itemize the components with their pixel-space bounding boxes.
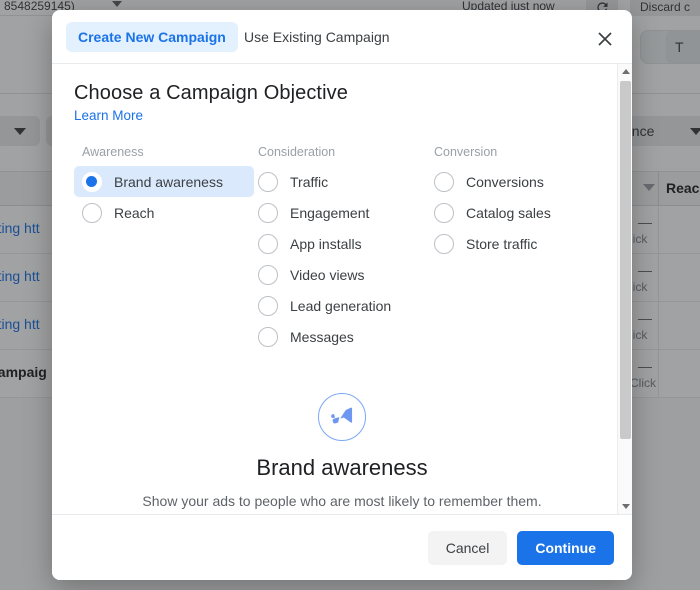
objective-option-brand-awareness[interactable]: Brand awareness [74, 166, 254, 197]
objective-option-reach[interactable]: Reach [74, 197, 254, 228]
objective-option-label: Store traffic [466, 235, 538, 252]
objective-columns: Awareness Brand awareness Reach Consider… [74, 145, 610, 375]
scroll-up-button[interactable] [618, 64, 632, 79]
dialog-footer: Cancel Continue [52, 514, 632, 580]
scroll-down-button[interactable] [618, 499, 632, 514]
column-heading: Conversion [434, 145, 498, 159]
objective-option-label: Conversions [466, 173, 544, 190]
objective-option-conversions[interactable]: Conversions [426, 166, 606, 197]
objective-option-label: App installs [290, 235, 362, 252]
objective-option-label: Messages [290, 328, 354, 345]
learn-more-link[interactable]: Learn More [74, 108, 143, 123]
objective-option-lead-generation[interactable]: Lead generation [250, 290, 430, 321]
tab-use-existing-campaign[interactable]: Use Existing Campaign [232, 22, 402, 52]
objective-option-label: Engagement [290, 204, 370, 221]
radio-button[interactable] [258, 326, 278, 347]
objective-column-awareness: Awareness Brand awareness Reach [74, 145, 254, 228]
objective-option-app-installs[interactable]: App installs [250, 228, 430, 259]
scroll-up-arrow-icon [621, 69, 630, 74]
radio-button[interactable] [434, 202, 454, 223]
radio-button[interactable] [82, 202, 102, 223]
dialog-scrollbar[interactable] [617, 64, 632, 514]
objective-option-label: Video views [290, 266, 365, 283]
radio-button[interactable] [258, 264, 278, 285]
continue-button[interactable]: Continue [517, 530, 614, 565]
tab-create-new-campaign[interactable]: Create New Campaign [66, 22, 238, 52]
preview-title: Brand awareness [256, 455, 428, 480]
objective-option-video-views[interactable]: Video views [250, 259, 430, 290]
objective-option-store-traffic[interactable]: Store traffic [426, 228, 606, 259]
megaphone-icon [331, 407, 353, 424]
preview-description: Show your ads to people who are most lik… [142, 493, 542, 509]
scroll-down-arrow-icon [621, 504, 630, 509]
dialog-header: Create New Campaign Use Existing Campaig… [52, 10, 632, 64]
campaign-objective-dialog: Create New Campaign Use Existing Campaig… [52, 10, 632, 580]
scrollbar-thumb[interactable] [620, 81, 631, 439]
radio-button-selected[interactable] [82, 171, 102, 192]
objective-preview: Brand awareness Show your ads to people … [74, 375, 610, 509]
objective-column-conversion: Conversion Conversions Catalog sales Sto… [426, 145, 606, 259]
page-title: Choose a Campaign Objective [74, 82, 348, 104]
close-icon [598, 32, 612, 46]
objective-option-catalog-sales[interactable]: Catalog sales [426, 197, 606, 228]
objective-option-label: Reach [114, 204, 155, 221]
dialog-body: Choose a Campaign Objective Learn More A… [52, 64, 632, 514]
objective-option-engagement[interactable]: Engagement [250, 197, 430, 228]
objective-option-messages[interactable]: Messages [250, 321, 430, 352]
column-heading: Consideration [258, 145, 336, 159]
radio-button[interactable] [258, 171, 278, 192]
radio-button[interactable] [434, 171, 454, 192]
close-button[interactable] [592, 26, 618, 52]
objective-option-traffic[interactable]: Traffic [250, 166, 430, 197]
objective-option-label: Lead generation [290, 297, 392, 314]
tab-label: Use Existing Campaign [244, 29, 390, 45]
megaphone-icon-circle [318, 393, 366, 441]
objective-column-consideration: Consideration Traffic Engagement App ins… [250, 145, 430, 352]
tab-label: Create New Campaign [78, 29, 226, 45]
radio-button[interactable] [434, 233, 454, 254]
objective-option-label: Traffic [290, 173, 329, 190]
column-heading: Awareness [82, 145, 144, 159]
objective-option-label: Catalog sales [466, 204, 551, 221]
objective-option-label: Brand awareness [114, 173, 223, 190]
radio-button[interactable] [258, 233, 278, 254]
radio-button[interactable] [258, 202, 278, 223]
radio-button[interactable] [258, 295, 278, 316]
cancel-button[interactable]: Cancel [427, 530, 508, 565]
